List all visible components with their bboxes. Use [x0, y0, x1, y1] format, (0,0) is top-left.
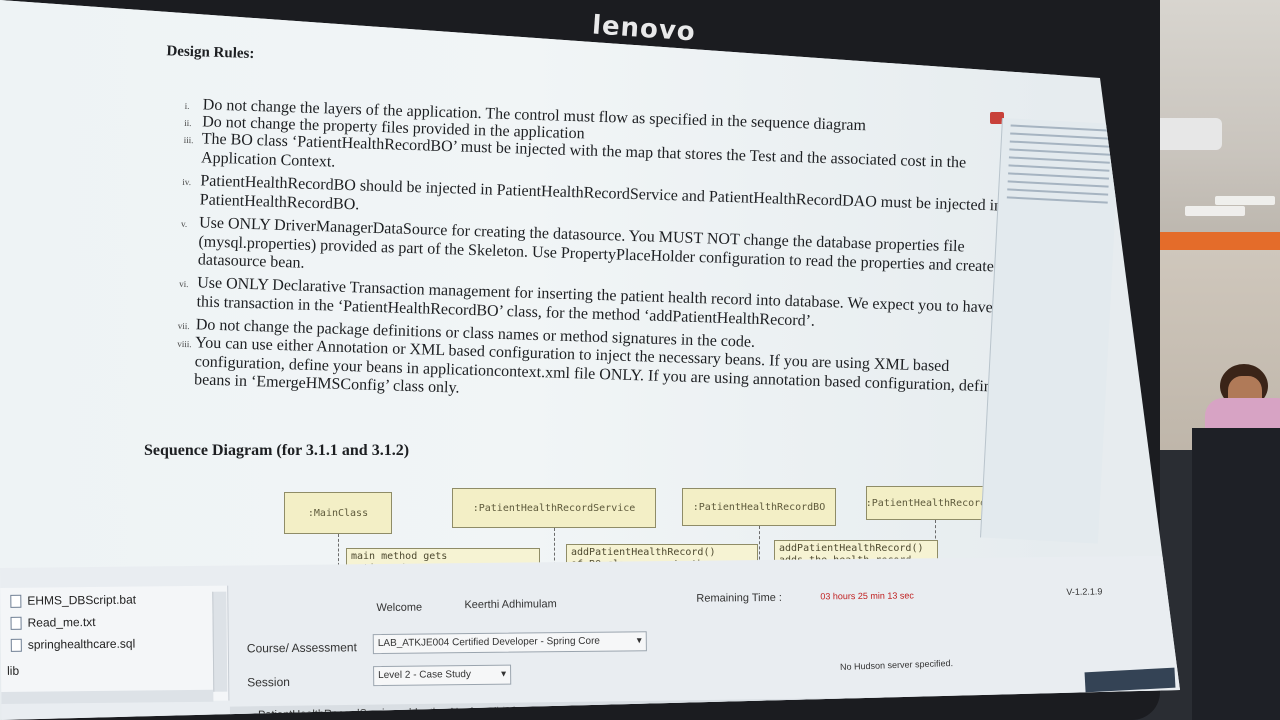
- wall-trim: [1160, 232, 1280, 250]
- file-icon: [10, 639, 22, 653]
- file-item[interactable]: springhealthcare.sql: [10, 637, 136, 653]
- folder-item[interactable]: lib: [7, 664, 19, 678]
- welcome-label: Welcome: [376, 601, 423, 615]
- projector: [1152, 118, 1222, 150]
- session-select[interactable]: Level 2 - Case Study: [373, 664, 512, 687]
- file-item[interactable]: EHMS_DBScript.bat: [10, 593, 136, 609]
- ceiling-light: [1185, 206, 1245, 216]
- design-rules-heading: Design Rules:: [166, 43, 255, 63]
- sequence-diagram-heading: Sequence Diagram (for 3.1.1 and 3.1.2): [144, 442, 410, 459]
- session-label: Session: [247, 674, 290, 690]
- course-select[interactable]: LAB_ATKJE004 Certified Developer - Sprin…: [372, 631, 647, 655]
- ceiling-light: [1215, 196, 1275, 205]
- remaining-time-label: Remaining Time :: [696, 591, 783, 605]
- screen: Design Rules: i. Do not change the layers…: [0, 0, 1180, 720]
- diagram-box-bo: :PatientHealthRecordBO: [682, 488, 836, 526]
- version-label: V-1.2.1.9: [1066, 586, 1103, 597]
- assessment-info: Welcome Keerthi Adhimulam Remaining Time…: [236, 570, 1177, 706]
- file-icon: [10, 595, 22, 609]
- document-view: Design Rules: i. Do not change the layers…: [0, 0, 1060, 590]
- background-monitor: [1192, 428, 1280, 720]
- course-label: Course/ Assessment: [246, 640, 357, 656]
- document-content: Design Rules: i. Do not change the layers…: [0, 0, 1059, 623]
- file-explorer: EHMS_DBScript.bat Read_me.txt springheal…: [0, 585, 230, 703]
- user-name: Keerthi Adhimulam: [464, 598, 557, 612]
- vertical-scrollbar[interactable]: [212, 591, 228, 692]
- horizontal-scrollbar[interactable]: [1, 689, 214, 704]
- diagram-box-mainclass: :MainClass: [284, 492, 392, 534]
- outline-panel: [980, 118, 1120, 544]
- file-item[interactable]: Read_me.txt: [10, 615, 96, 631]
- remaining-time-value: 03 hours 25 min 13 sec: [820, 590, 914, 602]
- file-icon: [10, 617, 22, 631]
- diagram-box-service: :PatientHealthRecordService: [452, 488, 656, 528]
